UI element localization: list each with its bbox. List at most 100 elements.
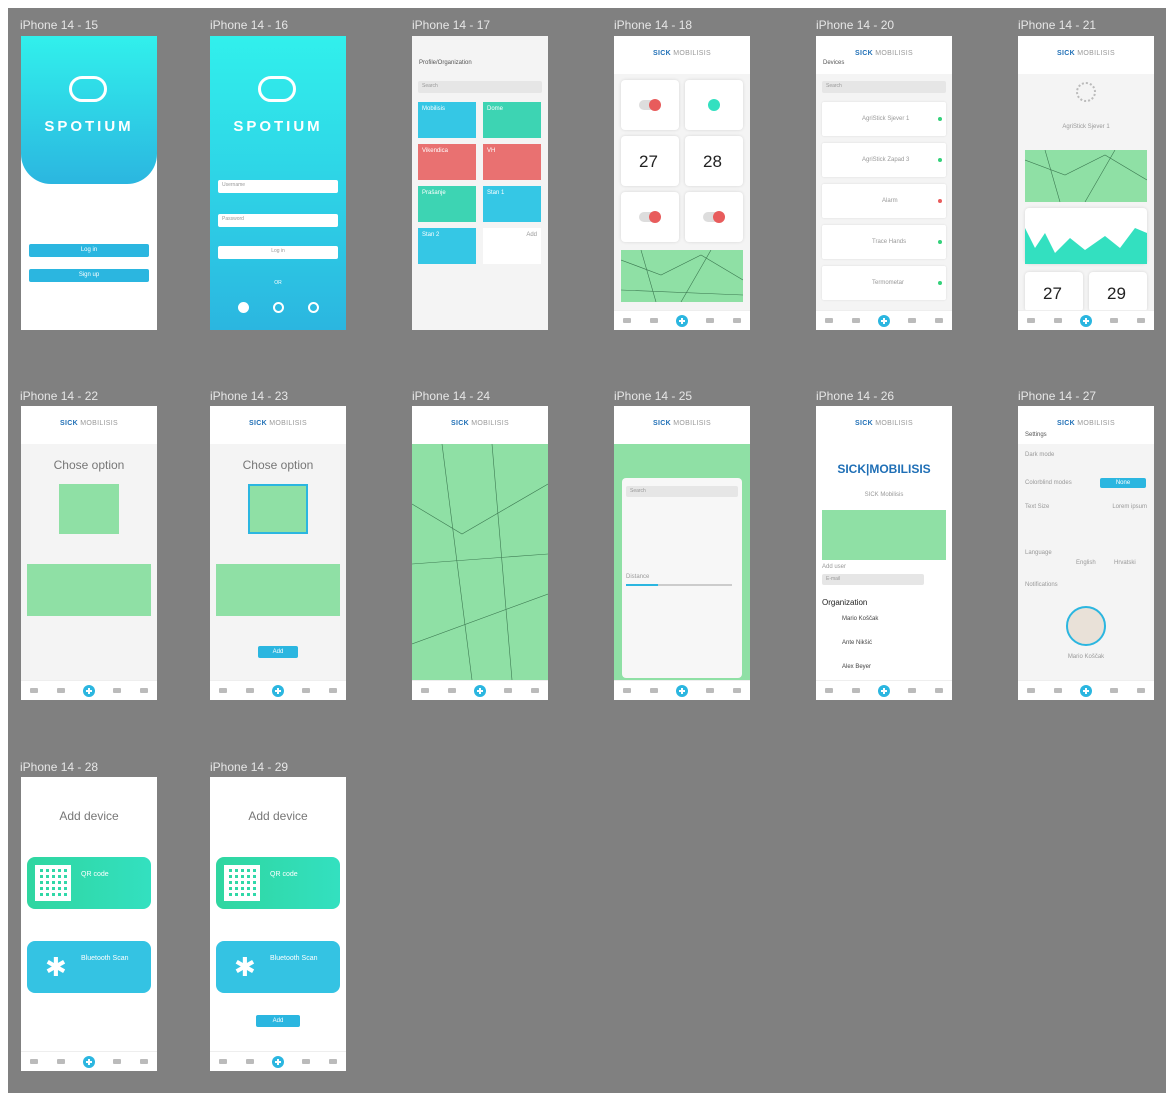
add-org-tile[interactable]: Add: [483, 228, 541, 264]
printer-icon[interactable]: [908, 688, 917, 693]
add-icon[interactable]: [675, 314, 688, 327]
printer-icon[interactable]: [113, 688, 122, 693]
menu-icon[interactable]: [934, 688, 943, 693]
map-widget[interactable]: [621, 250, 743, 302]
add-icon[interactable]: [82, 1055, 95, 1068]
laptop-icon[interactable]: [1027, 688, 1036, 693]
password-field[interactable]: Password: [218, 214, 338, 227]
device-row[interactable]: AgriStick Sjever 1: [822, 102, 946, 136]
member-name[interactable]: Alex Beyer: [842, 664, 871, 670]
org-tile[interactable]: Prašanje: [418, 186, 476, 222]
router-icon[interactable]: [245, 1059, 254, 1064]
email-field[interactable]: E-mail: [822, 574, 924, 585]
printer-icon[interactable]: [706, 688, 715, 693]
search-input[interactable]: Search: [822, 81, 946, 93]
bluetooth-button[interactable]: ✱ Bluetooth Scan: [27, 941, 151, 993]
menu-icon[interactable]: [934, 318, 943, 323]
map-option-large[interactable]: [27, 564, 151, 616]
add-button[interactable]: Add: [256, 1015, 300, 1027]
laptop-icon[interactable]: [421, 688, 430, 693]
org-tile[interactable]: Vikendica: [418, 144, 476, 180]
widget-card[interactable]: [685, 192, 743, 242]
google-icon[interactable]: [308, 302, 319, 313]
add-button[interactable]: Add: [258, 646, 298, 658]
device-row[interactable]: Trace Hands: [822, 225, 946, 259]
map-option-small[interactable]: [248, 484, 308, 534]
lang-croatian[interactable]: Hrvatski: [1114, 560, 1136, 566]
login-button[interactable]: Log in: [29, 244, 149, 257]
add-icon[interactable]: [1079, 684, 1092, 697]
search-input[interactable]: Search: [418, 81, 542, 93]
map-widget[interactable]: [1025, 150, 1147, 202]
add-icon[interactable]: [82, 684, 95, 697]
printer-icon[interactable]: [302, 1059, 311, 1064]
lang-english[interactable]: English: [1076, 560, 1096, 566]
widget-card[interactable]: 28: [685, 136, 743, 186]
login-button[interactable]: Log in: [218, 246, 338, 259]
qr-code-button[interactable]: QR code: [216, 857, 340, 909]
add-icon[interactable]: [271, 684, 284, 697]
printer-icon[interactable]: [706, 318, 715, 323]
router-icon[interactable]: [851, 318, 860, 323]
map-widget[interactable]: [822, 510, 946, 560]
router-icon[interactable]: [1053, 318, 1062, 323]
apple-icon[interactable]: [238, 302, 249, 313]
printer-icon[interactable]: [504, 688, 513, 693]
router-icon[interactable]: [56, 688, 65, 693]
toggle[interactable]: [639, 211, 661, 223]
add-icon[interactable]: [675, 684, 688, 697]
add-icon[interactable]: [473, 684, 486, 697]
laptop-icon[interactable]: [623, 318, 632, 323]
menu-icon[interactable]: [530, 688, 539, 693]
menu-icon[interactable]: [139, 688, 148, 693]
add-icon[interactable]: [877, 314, 890, 327]
router-icon[interactable]: [649, 318, 658, 323]
search-input[interactable]: Search: [626, 486, 738, 497]
menu-icon[interactable]: [139, 1059, 148, 1064]
menu-icon[interactable]: [1136, 688, 1145, 693]
menu-icon[interactable]: [328, 1059, 337, 1064]
laptop-icon[interactable]: [219, 688, 228, 693]
distance-slider[interactable]: [626, 584, 732, 586]
facebook-icon[interactable]: [273, 302, 284, 313]
device-row[interactable]: Alarm: [822, 184, 946, 218]
widget-card[interactable]: 27: [1025, 272, 1083, 312]
widget-card[interactable]: [621, 192, 679, 242]
printer-icon[interactable]: [908, 318, 917, 323]
full-map[interactable]: [412, 444, 548, 680]
widget-card[interactable]: 29: [1089, 272, 1147, 312]
widget-card[interactable]: [685, 80, 743, 130]
bluetooth-button[interactable]: ✱ Bluetooth Scan: [216, 941, 340, 993]
menu-icon[interactable]: [328, 688, 337, 693]
menu-icon[interactable]: [732, 688, 741, 693]
laptop-icon[interactable]: [30, 688, 39, 693]
toggle[interactable]: [703, 211, 725, 223]
org-tile[interactable]: Mobilisis: [418, 102, 476, 138]
org-tile[interactable]: Stan 2: [418, 228, 476, 264]
printer-icon[interactable]: [302, 688, 311, 693]
add-icon[interactable]: [271, 1055, 284, 1068]
menu-icon[interactable]: [732, 318, 741, 323]
chart-widget[interactable]: [1025, 208, 1147, 264]
printer-icon[interactable]: [1110, 688, 1119, 693]
laptop-icon[interactable]: [825, 688, 834, 693]
add-icon[interactable]: [877, 684, 890, 697]
map-option-large[interactable]: [216, 564, 340, 616]
menu-icon[interactable]: [1136, 318, 1145, 323]
member-name[interactable]: Mario Koščak: [842, 616, 878, 622]
printer-icon[interactable]: [113, 1059, 122, 1064]
qr-code-button[interactable]: QR code: [27, 857, 151, 909]
router-icon[interactable]: [1053, 688, 1062, 693]
member-name[interactable]: Ante Nikšić: [842, 640, 872, 646]
org-tile[interactable]: Stan 1: [483, 186, 541, 222]
widget-card[interactable]: [621, 80, 679, 130]
org-tile[interactable]: Dome: [483, 102, 541, 138]
add-icon[interactable]: [1079, 314, 1092, 327]
laptop-icon[interactable]: [30, 1059, 39, 1064]
device-row[interactable]: Termometar: [822, 266, 946, 300]
laptop-icon[interactable]: [825, 318, 834, 323]
widget-card[interactable]: 27: [621, 136, 679, 186]
router-icon[interactable]: [851, 688, 860, 693]
username-field[interactable]: Username: [218, 180, 338, 193]
laptop-icon[interactable]: [1027, 318, 1036, 323]
